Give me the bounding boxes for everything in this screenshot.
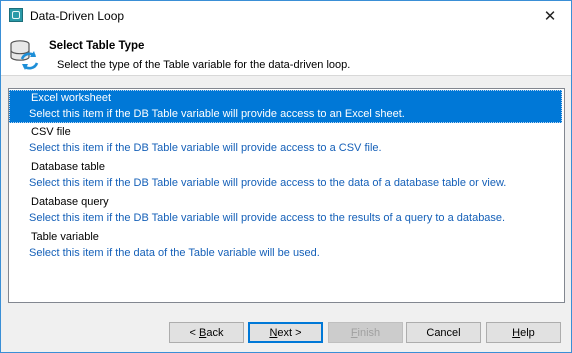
data-driven-loop-icon: [9, 8, 23, 22]
list-item-title: Table variable: [31, 231, 99, 243]
finish-button-label: inish: [357, 326, 381, 339]
close-button[interactable]: ✕: [529, 1, 571, 31]
list-item-title: Excel worksheet: [31, 92, 112, 104]
list-item-database-table[interactable]: Database table Select this item if the D…: [9, 159, 562, 192]
list-item-description: Select this item if the DB Table variabl…: [29, 177, 507, 189]
database-refresh-icon: [10, 40, 39, 70]
list-item-description: Select this item if the DB Table variabl…: [29, 108, 405, 120]
window-title: Data-Driven Loop: [30, 9, 125, 23]
help-button[interactable]: Help: [486, 322, 561, 343]
next-button-label: ext >: [277, 326, 302, 339]
next-button-mnemonic: N: [269, 326, 278, 339]
list-item-csv-file[interactable]: CSV file Select this item if the DB Tabl…: [9, 124, 562, 157]
list-item-description: Select this item if the DB Table variabl…: [29, 212, 506, 224]
back-button-label: ack: [206, 326, 224, 339]
list-item-excel-worksheet[interactable]: Excel worksheet Select this item if the …: [9, 90, 562, 123]
wizard-header: Select Table Type Select the type of the…: [1, 31, 571, 76]
page-subtitle: Select the type of the Table variable fo…: [57, 59, 351, 71]
list-item-description: Select this item if the data of the Tabl…: [29, 247, 320, 259]
table-type-list[interactable]: Excel worksheet Select this item if the …: [8, 88, 565, 303]
list-item-title: CSV file: [31, 126, 71, 138]
cancel-button-label: Cancel: [426, 326, 461, 339]
dialog-window: Data-Driven Loop ✕ Select Table Type Sel…: [0, 0, 572, 353]
back-button[interactable]: < Back: [169, 322, 244, 343]
help-button-mnemonic: H: [512, 326, 521, 339]
title-bar: Data-Driven Loop ✕: [1, 1, 571, 31]
finish-button[interactable]: Finish: [328, 322, 403, 343]
cancel-button[interactable]: Cancel: [406, 322, 481, 343]
back-button-prefix: <: [189, 326, 199, 339]
page-title: Select Table Type: [49, 40, 145, 52]
list-item-database-query[interactable]: Database query Select this item if the D…: [9, 194, 562, 227]
close-icon: ✕: [543, 8, 557, 25]
list-item-table-variable[interactable]: Table variable Select this item if the d…: [9, 229, 562, 262]
help-button-label: elp: [520, 326, 535, 339]
next-button[interactable]: Next >: [248, 322, 323, 343]
list-item-description: Select this item if the DB Table variabl…: [29, 142, 382, 154]
back-button-mnemonic: B: [199, 326, 207, 339]
finish-button-mnemonic: F: [350, 326, 358, 339]
list-item-title: Database table: [31, 161, 105, 173]
list-item-title: Database query: [31, 196, 109, 208]
